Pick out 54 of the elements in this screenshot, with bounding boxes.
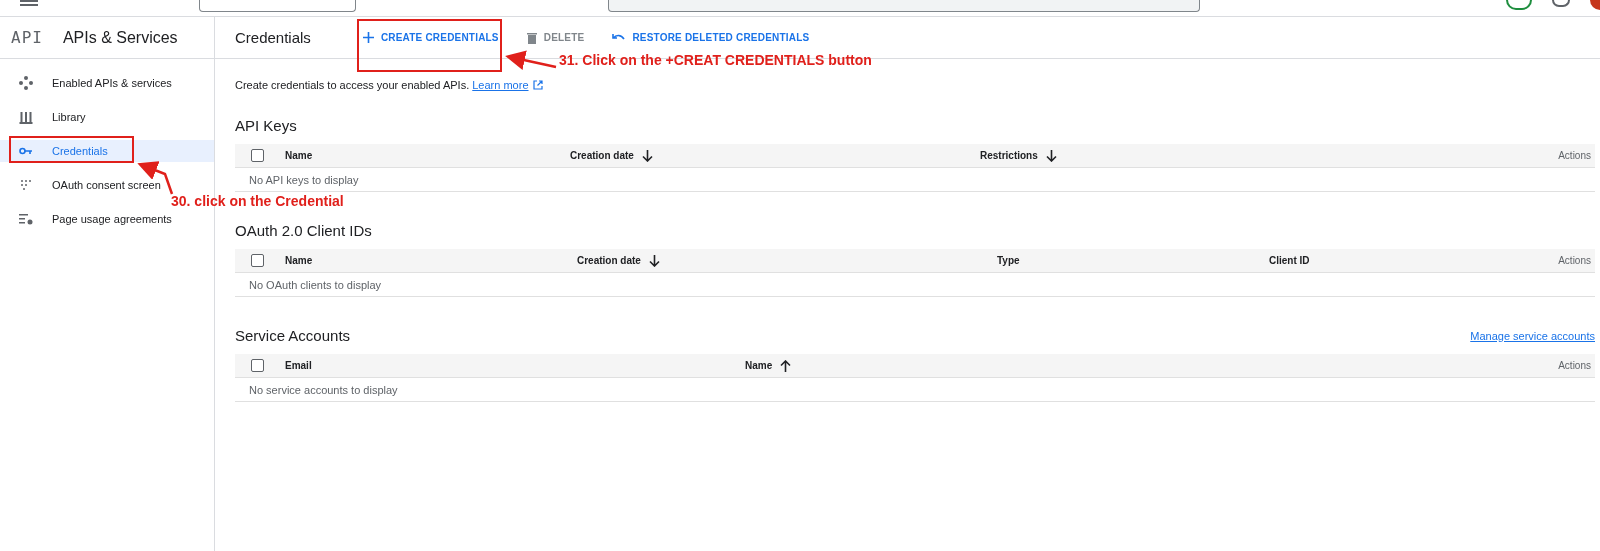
sort-arrow-icon[interactable] — [780, 359, 792, 372]
external-link-icon — [532, 80, 543, 90]
checkbox[interactable] — [251, 149, 264, 162]
column-header[interactable]: Client ID — [1269, 255, 1310, 266]
key-icon — [19, 147, 33, 155]
sidebar-item[interactable]: Page usage agreements — [0, 208, 214, 230]
page-title: Credentials — [235, 29, 311, 46]
empty-message: No API keys to display — [235, 168, 1595, 192]
project-selector[interactable] — [199, 0, 356, 12]
section-title: API Keys — [235, 117, 297, 134]
sort-arrow-icon[interactable] — [1045, 149, 1057, 162]
sidebar-item[interactable]: Library — [0, 106, 214, 128]
list-settings-icon — [19, 213, 33, 225]
column-header[interactable]: Email — [285, 360, 312, 371]
plus-icon — [362, 32, 374, 43]
sidebar-item[interactable]: OAuth consent screen — [0, 174, 214, 196]
sidebar-title: APIs & Services — [62, 28, 178, 47]
dots-icon — [19, 179, 33, 191]
intro-text: Create credentials to access your enabled APIs. Learn more — [235, 79, 1595, 91]
column-header[interactable]: Creation date — [577, 255, 641, 266]
column-header[interactable]: Restrictions — [980, 150, 1038, 161]
column-header[interactable]: Type — [997, 255, 1020, 266]
sidebar-item[interactable]: Enabled APIs & services — [0, 72, 214, 94]
empty-message: No service accounts to display — [235, 378, 1595, 402]
menu-icon[interactable] — [20, 0, 38, 6]
column-header[interactable]: Name — [285, 255, 313, 266]
sort-arrow-icon[interactable] — [648, 254, 660, 267]
sidebar-item[interactable]: Credentials — [0, 140, 214, 162]
annotation-arrow — [505, 50, 557, 70]
column-header[interactable]: Actions — [1558, 255, 1591, 266]
toolbar-button[interactable]: RESTORE DELETED CREDENTIALS — [604, 26, 818, 49]
trash-icon — [526, 31, 537, 44]
annotation-text: 30. click on the Credential — [171, 195, 344, 207]
column-header[interactable]: Name — [745, 360, 773, 371]
empty-message: No OAuth clients to display — [235, 273, 1595, 297]
annotation-text: 31. Click on the +CREAT CREDENTIALS button — [559, 54, 872, 66]
toolbar-button[interactable]: CREATE CREDENTIALS — [354, 26, 507, 49]
manage-link[interactable]: Manage service accounts — [1470, 329, 1595, 342]
learn-more-link[interactable]: Learn more — [472, 79, 543, 91]
column-header[interactable]: Actions — [1558, 150, 1591, 161]
checkbox[interactable] — [251, 359, 264, 372]
library-icon — [19, 110, 33, 124]
diamond-dots-icon — [19, 76, 33, 90]
section-title: OAuth 2.0 Client IDs — [235, 222, 372, 239]
sort-arrow-icon[interactable] — [641, 149, 653, 162]
column-header[interactable]: Actions — [1558, 360, 1591, 371]
avatar-icon[interactable] — [1590, 0, 1600, 10]
section-title: Service Accounts — [235, 327, 351, 344]
undo-icon — [612, 33, 626, 42]
search-field[interactable] — [608, 0, 1200, 12]
column-header[interactable]: Name — [285, 150, 313, 161]
api-logo: API — [11, 28, 43, 47]
checkbox[interactable] — [251, 254, 264, 267]
column-header[interactable]: Creation date — [570, 150, 634, 161]
